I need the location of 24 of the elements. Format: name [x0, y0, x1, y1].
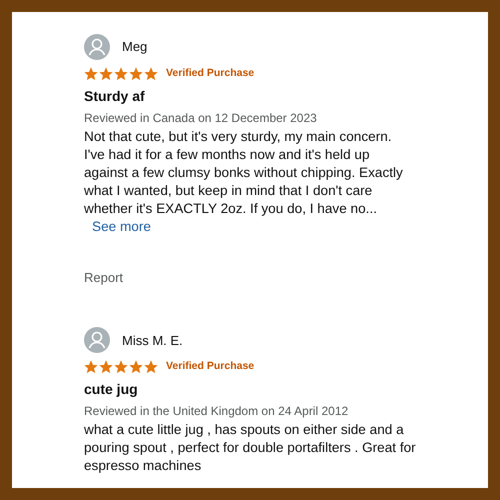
review-title: Sturdy af [84, 86, 146, 106]
review-date: Reviewed in Canada on 12 December 2023 [84, 110, 318, 127]
star-icon [129, 66, 143, 81]
avatar-icon [84, 327, 110, 354]
reviewer-name: Miss M. E. [122, 332, 183, 350]
star-icon [99, 66, 113, 81]
star-icon [144, 66, 158, 81]
verified-purchase-label: Verified Purchase [166, 66, 254, 81]
review-text: Not that cute, but it's very sturdy, my main concern. I've had it for a few months now and it's held up against a few clumsy bonks without chipping. Exactly what I wanted, but keep in mind that I don't care whether it's EXACTLY 2oz. If you do, I have no... See more [84, 128, 404, 236]
star-icon [144, 360, 158, 374]
reviewer-name: Meg [122, 38, 148, 56]
star-icon [84, 66, 98, 81]
star-icon [99, 360, 113, 374]
star-icon [84, 360, 98, 374]
star-icon [114, 360, 128, 374]
review-date: Reviewed in the United Kingdom on 24 April 2012 [84, 403, 350, 420]
star-icon [114, 66, 128, 81]
verified-purchase-label: Verified Purchase [166, 359, 254, 374]
review-title: cute jug [84, 380, 139, 399]
star-icon [129, 360, 143, 374]
review-text: what a cute little jug , has spouts on either side and a pouring spout , perfect for double portafilters . Great for espresso machines [84, 421, 416, 475]
see-more-link[interactable]: See more [92, 218, 151, 234]
report-link[interactable]: Report [84, 268, 124, 288]
avatar-icon [84, 34, 110, 60]
